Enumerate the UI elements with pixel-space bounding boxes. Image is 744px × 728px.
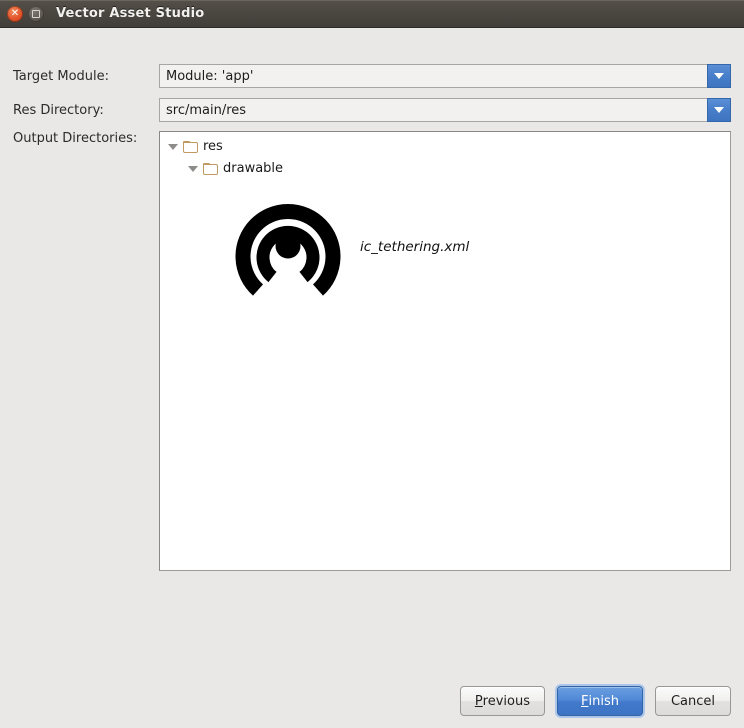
- dialog-content: Target Module: Module: 'app' Res Directo…: [0, 28, 744, 728]
- dialog-button-bar: Previous Finish Cancel: [459, 686, 731, 716]
- res-directory-value[interactable]: src/main/res: [159, 98, 707, 122]
- folder-icon: [203, 163, 218, 175]
- finish-button[interactable]: Finish: [557, 686, 643, 716]
- tree-node-label: drawable: [223, 161, 284, 176]
- window-title: Vector Asset Studio: [56, 6, 205, 21]
- expand-collapse-icon[interactable]: [188, 166, 198, 172]
- maximize-glyph: [32, 9, 40, 18]
- res-directory-chevron-down-icon[interactable]: [707, 98, 731, 122]
- window-titlebar: ✕ Vector Asset Studio: [0, 0, 744, 28]
- target-module-chevron-down-icon[interactable]: [707, 64, 731, 88]
- asset-preview: ic_tethering.xml: [234, 198, 469, 296]
- finish-mnemonic: F: [581, 693, 589, 709]
- output-directories-label: Output Directories:: [13, 131, 138, 146]
- tethering-icon: [235, 204, 341, 296]
- cancel-button[interactable]: Cancel: [655, 686, 731, 716]
- target-module-value[interactable]: Module: 'app': [159, 64, 707, 88]
- target-module-combobox[interactable]: Module: 'app': [159, 64, 731, 88]
- tree-node-label: res: [203, 139, 223, 154]
- asset-file-name: ic_tethering.xml: [360, 239, 470, 255]
- res-directory-label: Res Directory:: [13, 103, 104, 118]
- cancel-label: Cancel: [670, 693, 716, 709]
- output-directories-tree[interactable]: res drawable ic_tethering.xml: [159, 131, 731, 571]
- maximize-icon[interactable]: [28, 5, 44, 22]
- finish-label-rest: inish: [588, 693, 619, 709]
- chevron-down-glyph: [714, 107, 724, 113]
- previous-label-rest: revious: [482, 693, 530, 709]
- folder-icon: [183, 141, 198, 153]
- close-icon[interactable]: ✕: [7, 5, 23, 22]
- close-glyph: ✕: [10, 7, 20, 19]
- chevron-down-glyph: [714, 73, 724, 79]
- target-module-label: Target Module:: [13, 69, 110, 84]
- previous-button[interactable]: Previous: [459, 686, 545, 716]
- vector-asset-studio-dialog: ✕ Vector Asset Studio Target Module: Mod…: [0, 0, 744, 728]
- res-directory-combobox[interactable]: src/main/res: [159, 98, 731, 122]
- tree-node-res[interactable]: res: [160, 136, 730, 158]
- tree-node-drawable[interactable]: drawable: [160, 158, 730, 180]
- expand-collapse-icon[interactable]: [168, 144, 178, 150]
- previous-mnemonic: P: [474, 693, 483, 709]
